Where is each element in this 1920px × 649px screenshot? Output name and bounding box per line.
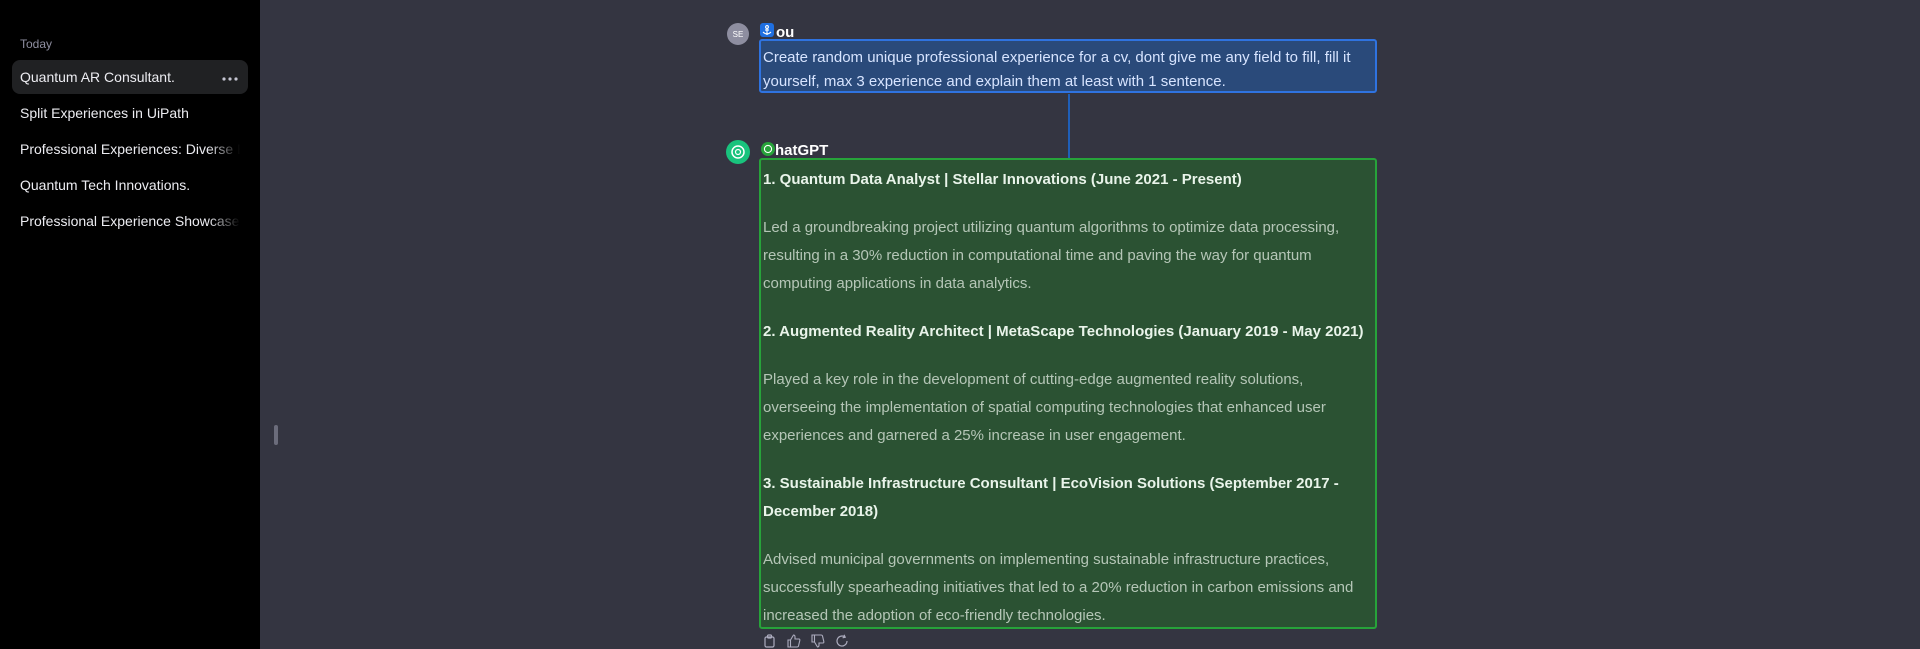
history-item-label: Split Experiences in UiPath <box>20 105 189 121</box>
history-item-split-experiences[interactable]: Split Experiences in UiPath <box>12 96 248 130</box>
user-avatar: SE <box>727 23 749 45</box>
history-item-label: Quantum Tech Innovations. <box>20 177 191 193</box>
chatgpt-logo-icon <box>726 140 750 164</box>
user-message: Create random unique professional experi… <box>759 39 1377 93</box>
sidebar: Today Quantum AR Consultant. Split Exper… <box>0 0 260 649</box>
history-item-professional-experiences[interactable]: Professional Experiences: Diverse E <box>12 132 248 166</box>
history-item-label: Quantum AR Consultant. <box>20 69 175 85</box>
connector-line <box>1068 94 1070 158</box>
assistant-message: 1. Quantum Data Analyst | Stellar Innova… <box>759 158 1377 629</box>
copy-icon[interactable] <box>763 634 777 648</box>
history-item-quantum-tech[interactable]: Quantum Tech Innovations. <box>12 168 248 202</box>
chatgpt-small-logo-icon <box>761 142 775 156</box>
label-fade <box>208 204 248 238</box>
experience-description-3: Advised municipal governments on impleme… <box>763 551 1354 624</box>
label-fade <box>208 132 248 166</box>
thumbs-up-icon[interactable] <box>787 634 801 648</box>
history-item-label: Professional Experience Showcase <box>20 213 240 229</box>
history-item-experience-showcase[interactable]: Professional Experience Showcase <box>12 204 248 238</box>
history-item-label: Professional Experiences: Diverse E <box>20 141 240 157</box>
ellipsis-icon[interactable] <box>222 68 238 84</box>
experience-description-1: Led a groundbreaking project utilizing q… <box>763 219 1340 292</box>
sidebar-resize-handle[interactable] <box>274 425 278 445</box>
regenerate-icon[interactable] <box>835 634 849 648</box>
thumbs-down-icon[interactable] <box>811 634 825 648</box>
anchor-icon <box>760 23 774 37</box>
assistant-name: hatGPT <box>775 142 829 159</box>
experience-heading-1: 1. Quantum Data Analyst | Stellar Innova… <box>763 171 1242 188</box>
message-actions <box>763 634 849 648</box>
history-item-quantum-ar[interactable]: Quantum AR Consultant. <box>12 60 248 94</box>
experience-description-2: Played a key role in the development of … <box>763 371 1326 444</box>
experience-heading-2: 2. Augmented Reality Architect | MetaSca… <box>763 323 1364 340</box>
sidebar-section-today: Today <box>20 37 53 51</box>
experience-heading-3: 3. Sustainable Infrastructure Consultant… <box>763 475 1339 520</box>
